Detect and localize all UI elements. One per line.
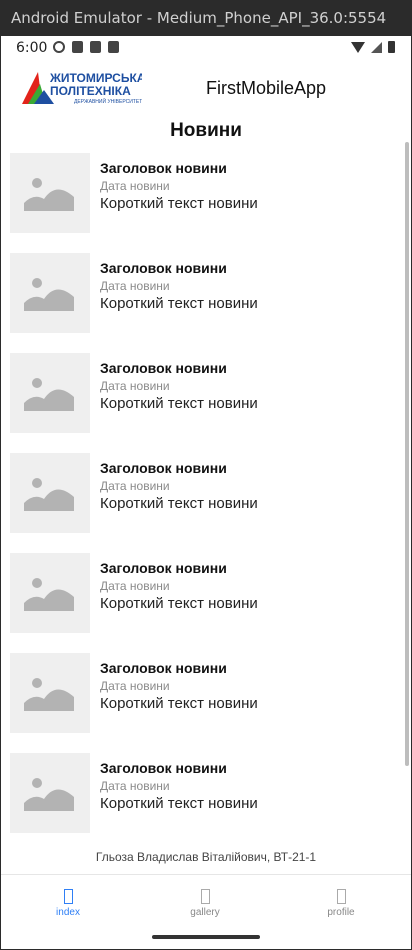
- news-thumbnail: [10, 453, 90, 533]
- news-text: Короткий текст новини: [100, 795, 258, 812]
- news-date: Дата новини: [100, 479, 170, 493]
- image-placeholder-icon: [24, 278, 74, 311]
- image-placeholder-icon: [63, 889, 73, 904]
- news-title: Заголовок новини: [100, 460, 227, 476]
- news-thumbnail: [10, 553, 90, 633]
- image-placeholder-icon: [24, 378, 74, 411]
- tab-gallery[interactable]: gallery: [155, 889, 255, 918]
- image-placeholder-icon: [24, 478, 74, 511]
- tab-profile[interactable]: profile: [291, 889, 391, 918]
- tab-index[interactable]: index: [18, 889, 118, 918]
- sd-card-icon: [108, 41, 119, 53]
- news-item[interactable]: Заголовок новини Дата новини Короткий текс…: [1, 751, 411, 851]
- news-thumbnail: [10, 153, 90, 233]
- news-title: Заголовок новини: [100, 660, 227, 676]
- author-footer: Гльоза Владислав Віталійович, ВТ-21-1: [95, 850, 317, 864]
- news-text: Короткий текст новини: [100, 295, 258, 312]
- status-bar: 6:00: [1, 36, 411, 60]
- news-item[interactable]: Заголовок новини Дата новини Короткий текс…: [1, 451, 411, 551]
- notification-a-icon: [90, 41, 101, 53]
- news-thumbnail: [10, 253, 90, 333]
- news-text: Короткий текст новини: [100, 595, 258, 612]
- news-item[interactable]: Заголовок новини Дата новини Короткий текс…: [1, 251, 411, 351]
- svg-text:ПОЛІТЕХНІКА: ПОЛІТЕХНІКА: [50, 84, 131, 98]
- news-title: Заголовок новини: [100, 760, 227, 776]
- news-item[interactable]: Заголовок новини Дата новини Короткий текс…: [1, 151, 411, 251]
- wifi-icon: [351, 42, 365, 53]
- image-placeholder-icon: [24, 578, 74, 611]
- image-placeholder-icon: [336, 889, 346, 904]
- svg-text:ЖИТОМИРСЬКА: ЖИТОМИРСЬКА: [49, 71, 142, 85]
- tab-label: profile: [327, 907, 355, 918]
- tab-label: gallery: [190, 907, 220, 918]
- university-logo: ЖИТОМИРСЬКА ПОЛІТЕХНІКА ДЕРЖАВНИЙ УНІВЕР…: [22, 71, 142, 105]
- news-title: Заголовок новини: [100, 260, 227, 276]
- news-date: Дата новини: [100, 779, 170, 793]
- emulator-window-title: Android Emulator - Medium_Phone_API_36.0…: [0, 0, 412, 36]
- bottom-navigation: index gallery profile: [1, 874, 411, 935]
- news-date: Дата новини: [100, 179, 170, 193]
- news-title: Заголовок новини: [100, 360, 227, 376]
- news-list: Заголовок новини Дата новини Короткий текс…: [1, 151, 411, 851]
- news-thumbnail: [10, 353, 90, 433]
- news-item[interactable]: Заголовок новини Дата новини Короткий текс…: [1, 651, 411, 751]
- signal-icon: [371, 42, 382, 53]
- svg-text:ДЕРЖАВНИЙ УНІВЕРСИТЕТ: ДЕРЖАВНИЙ УНІВЕРСИТЕТ: [74, 97, 142, 105]
- news-text: Короткий текст новини: [100, 695, 258, 712]
- news-thumbnail: [10, 753, 90, 833]
- news-date: Дата новини: [100, 579, 170, 593]
- settings-gear-icon: [53, 41, 65, 53]
- phone-screen: 6:00 ЖИТОМИРСЬКА ПОЛІТЕХНІКА ДЕРЖАВНИЙ У…: [1, 36, 411, 949]
- news-item[interactable]: Заголовок новини Дата новини Короткий текс…: [1, 551, 411, 651]
- shield-icon: [72, 41, 83, 53]
- news-item[interactable]: Заголовок новини Дата новини Короткий текс…: [1, 351, 411, 451]
- image-placeholder-icon: [24, 778, 74, 811]
- gesture-home-bar[interactable]: [152, 935, 260, 939]
- app-title: FirstMobileApp: [206, 78, 327, 98]
- news-title: Заголовок новини: [100, 160, 227, 176]
- status-time: 6:00: [16, 40, 48, 56]
- news-text: Короткий текст новини: [100, 495, 258, 512]
- news-date: Дата новини: [100, 679, 170, 693]
- tab-label: index: [56, 907, 80, 918]
- image-placeholder-icon: [200, 889, 210, 904]
- app-bar: ЖИТОМИРСЬКА ПОЛІТЕХНІКА ДЕРЖАВНИЙ УНІВЕР…: [1, 64, 411, 112]
- news-text: Короткий текст новини: [100, 195, 258, 212]
- news-date: Дата новини: [100, 279, 170, 293]
- page-title: Новини: [170, 120, 242, 141]
- battery-icon: [388, 41, 395, 53]
- image-placeholder-icon: [24, 178, 74, 211]
- news-text: Короткий текст новини: [100, 395, 258, 412]
- news-title: Заголовок новини: [100, 560, 227, 576]
- news-thumbnail: [10, 653, 90, 733]
- news-date: Дата новини: [100, 379, 170, 393]
- image-placeholder-icon: [24, 678, 74, 711]
